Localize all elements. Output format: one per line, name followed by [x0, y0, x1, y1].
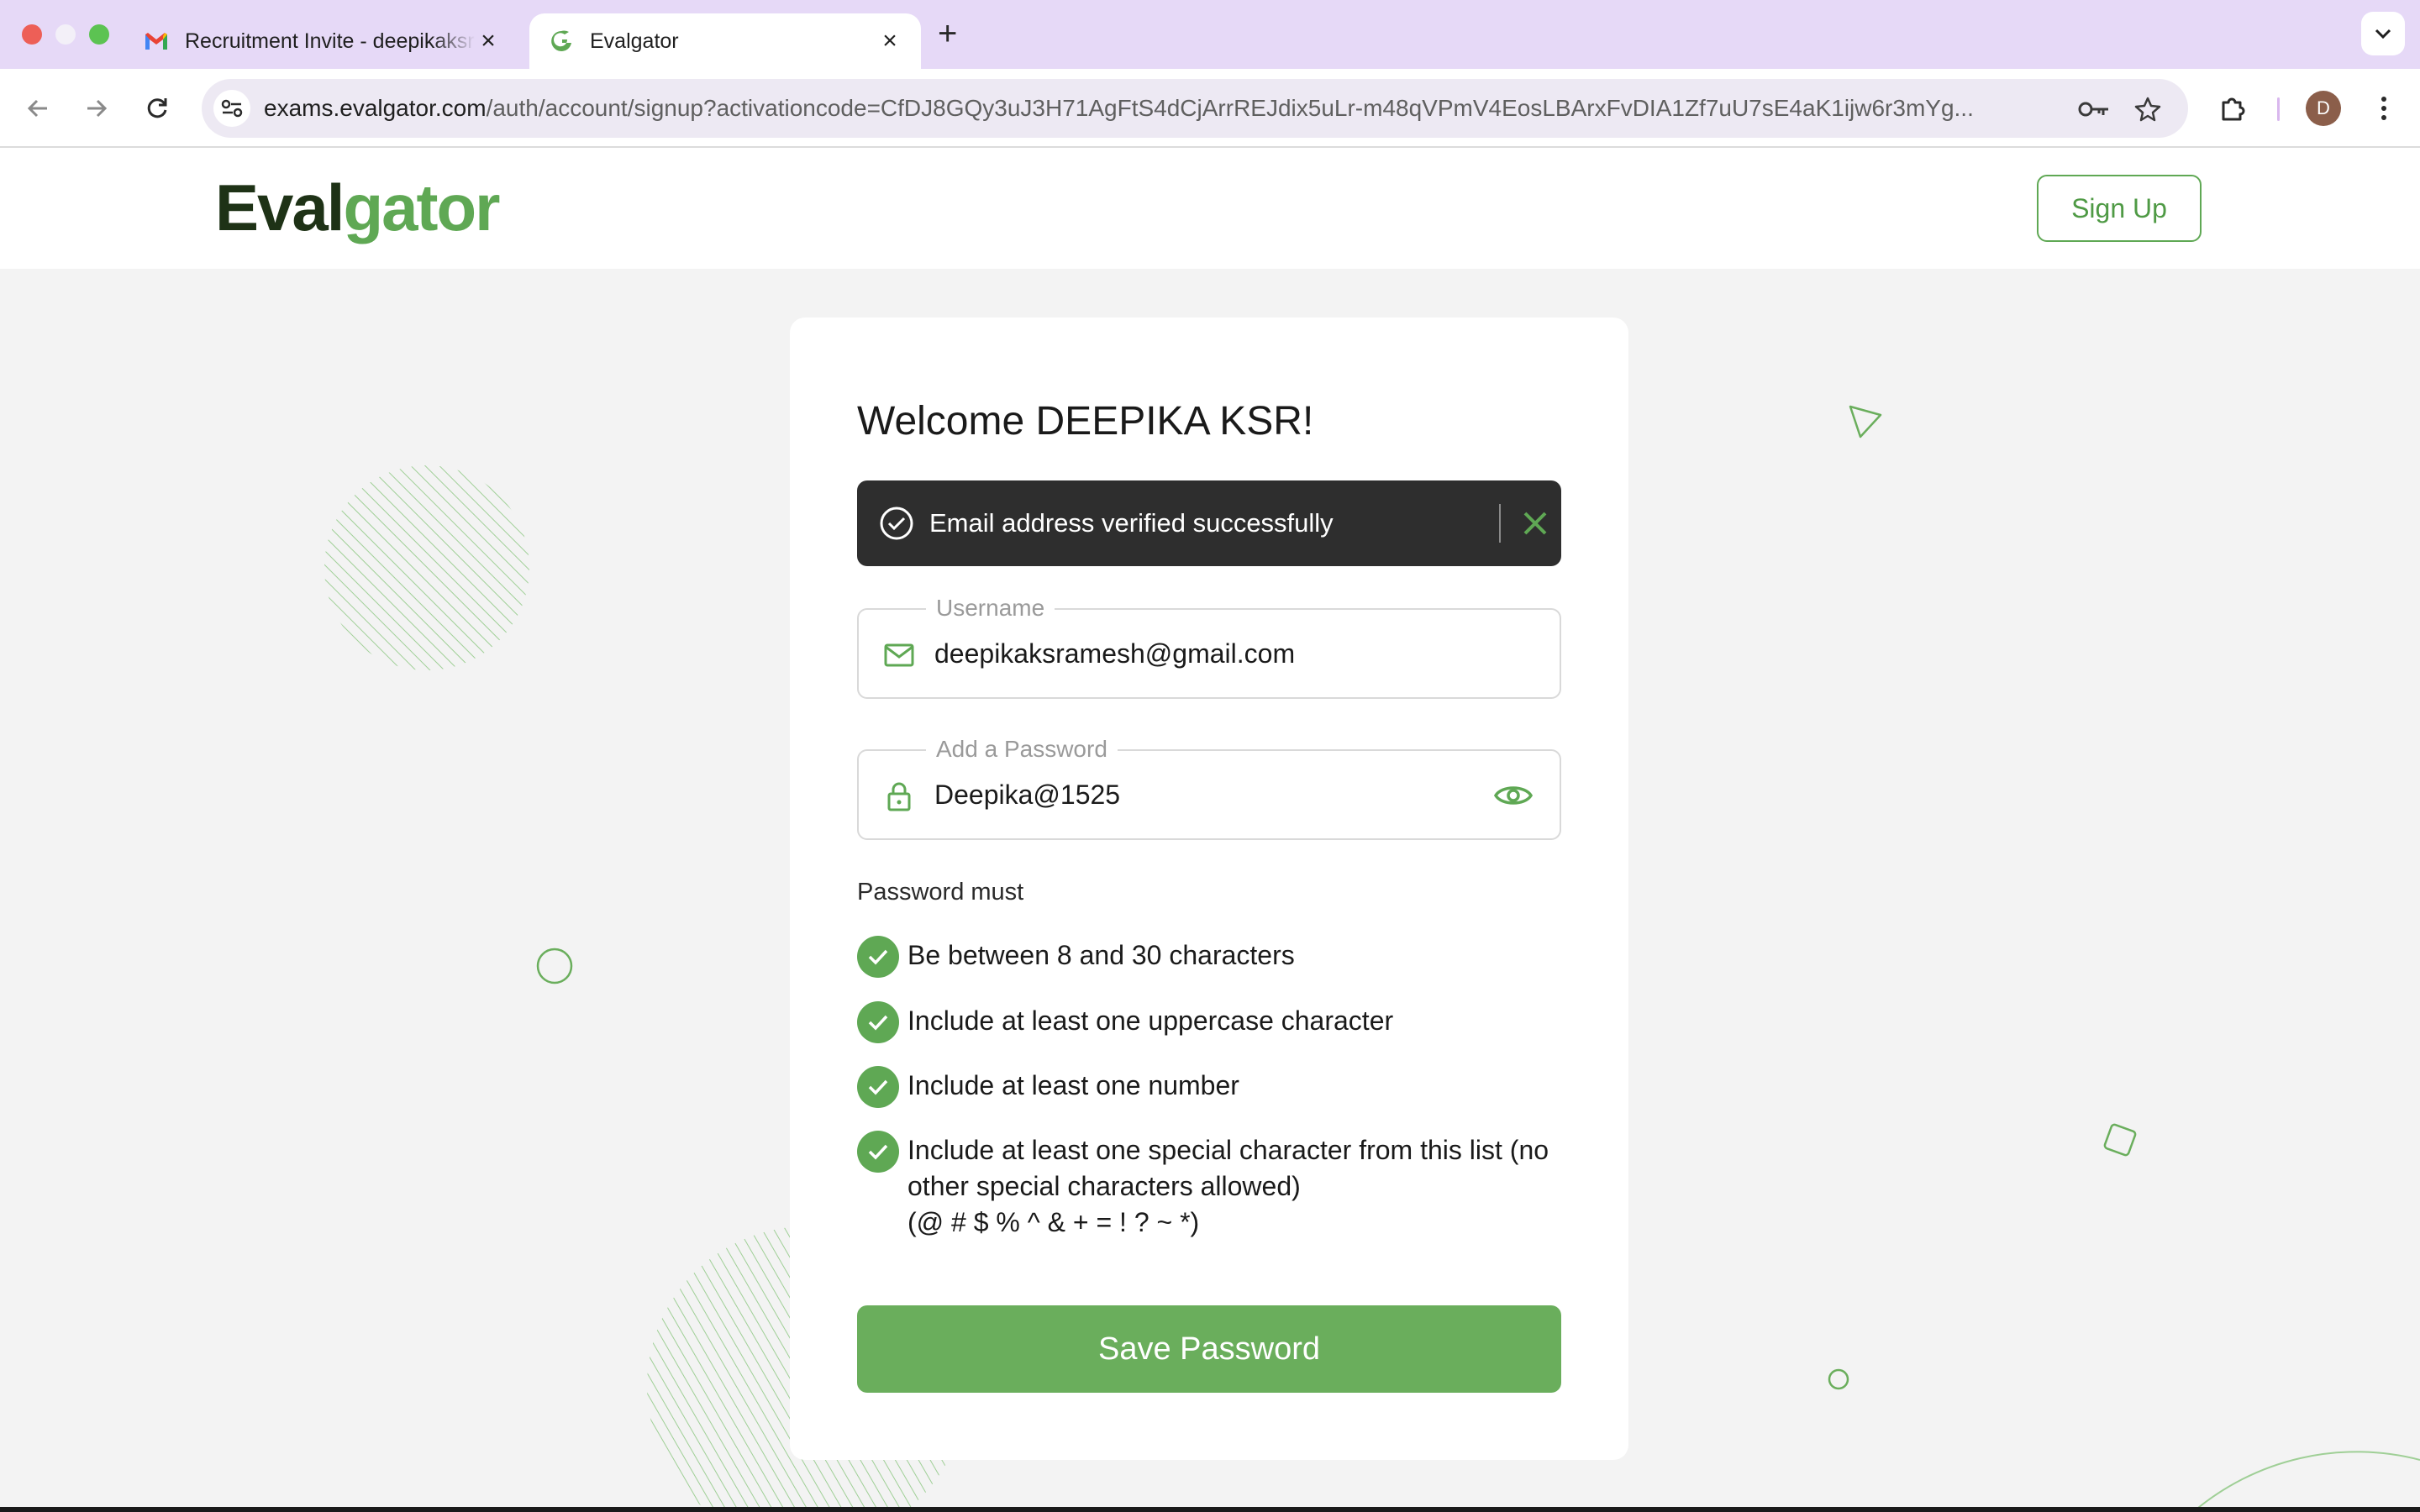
- screen-bottom-edge: [0, 1507, 2420, 1512]
- eye-icon[interactable]: [1492, 774, 1534, 816]
- profile-avatar[interactable]: D: [2306, 91, 2341, 126]
- triangle-outline-decoration: [1849, 405, 1882, 438]
- rule-text: Be between 8 and 30 characters: [908, 940, 1295, 970]
- browser-tab-evalgator[interactable]: Evalgator ×: [529, 13, 921, 69]
- signup-card: Welcome DEEPIKA KSR! Email address verif…: [790, 318, 1628, 1460]
- password-key-icon[interactable]: [2077, 92, 2111, 126]
- gmail-icon: [143, 28, 170, 55]
- window-close-button[interactable]: [22, 24, 42, 45]
- check-icon: [857, 1001, 899, 1043]
- check-circle-icon: [880, 507, 913, 540]
- forward-button[interactable]: [76, 87, 118, 129]
- url-host: exams.evalgator.com: [264, 95, 487, 121]
- address-bar[interactable]: exams.evalgator.com/auth/account/signup?…: [202, 79, 2188, 138]
- check-icon: [857, 1131, 899, 1173]
- password-value[interactable]: Deepika@1525: [934, 751, 1455, 838]
- password-rules-heading: Password must: [857, 879, 1024, 906]
- rule-text: Include at least one special character f…: [908, 1135, 1549, 1201]
- chevron-down-icon: [2375, 29, 2391, 39]
- check-icon: [857, 1066, 899, 1108]
- circle-outline-decoration: [536, 948, 573, 984]
- extensions-icon[interactable]: [2213, 89, 2252, 128]
- check-icon: [857, 936, 899, 978]
- username-field[interactable]: Username deepikaksramesh@gmail.com: [857, 594, 1561, 699]
- mail-icon: [882, 638, 916, 672]
- rule-text: Include at least one uppercase character: [908, 1005, 1394, 1036]
- arrow-left-icon: [27, 99, 47, 118]
- close-tab-icon[interactable]: ×: [476, 27, 501, 55]
- welcome-heading: Welcome DEEPIKA KSR!: [857, 399, 1314, 444]
- close-tab-icon[interactable]: ×: [877, 27, 902, 55]
- site-header: Evalgator Sign Up: [0, 148, 2420, 269]
- rule-text: Include at least one number: [908, 1070, 1239, 1100]
- square-outline-decoration: [2103, 1123, 2137, 1157]
- password-field[interactable]: Add a Password Deepika@1525: [857, 735, 1561, 840]
- new-tab-button[interactable]: +: [938, 15, 957, 53]
- reload-button[interactable]: [136, 87, 178, 129]
- browser-tab-gmail[interactable]: Recruitment Invite - deepikaksramesh@gma…: [124, 13, 519, 69]
- tab-title: Evalgator: [590, 29, 679, 53]
- rule-text-container: Include at least one special character f…: [908, 1132, 1563, 1241]
- striped-circle-decoration: [324, 465, 529, 670]
- close-icon[interactable]: [1518, 506, 1553, 541]
- arrow-right-icon: [87, 99, 108, 118]
- lock-icon: [882, 780, 916, 813]
- toast-message: Email address verified successfully: [929, 508, 1334, 538]
- window-zoom-button[interactable]: [89, 24, 109, 45]
- site-info-icon[interactable]: [213, 90, 250, 127]
- tab-search-button[interactable]: [2361, 12, 2405, 55]
- arc-decoration: [2192, 1451, 2420, 1512]
- browser-tab-strip: Recruitment Invite - deepikaksramesh@gma…: [0, 0, 2420, 69]
- circle-outline-decoration: [1828, 1368, 1849, 1390]
- evalgator-logo[interactable]: Evalgator: [215, 170, 500, 246]
- sign-up-button[interactable]: Sign Up: [2037, 175, 2202, 242]
- back-button[interactable]: [17, 87, 59, 129]
- special-characters-list: (@ # $ % ^ & + = ! ? ~ *): [908, 1207, 1200, 1237]
- username-value[interactable]: deepikaksramesh@gmail.com: [934, 610, 1455, 697]
- tab-title: Recruitment Invite - deepikaksramesh@gma…: [185, 29, 476, 53]
- toast-divider: [1499, 504, 1501, 543]
- url-text[interactable]: exams.evalgator.com/auth/account/signup?…: [264, 79, 2070, 138]
- save-password-button[interactable]: Save Password: [857, 1305, 1561, 1393]
- browser-menu-icon[interactable]: [2365, 89, 2403, 128]
- toolbar-divider: [2277, 97, 2280, 121]
- url-path: /auth/account/signup?activationcode=CfDJ…: [486, 95, 1974, 121]
- reload-icon: [147, 98, 167, 118]
- window-minimize-button[interactable]: [55, 24, 76, 45]
- success-toast: Email address verified successfully: [857, 480, 1561, 566]
- evalgator-favicon: [548, 28, 575, 55]
- browser-toolbar: exams.evalgator.com/auth/account/signup?…: [0, 69, 2420, 148]
- bookmark-star-icon[interactable]: [2131, 92, 2165, 126]
